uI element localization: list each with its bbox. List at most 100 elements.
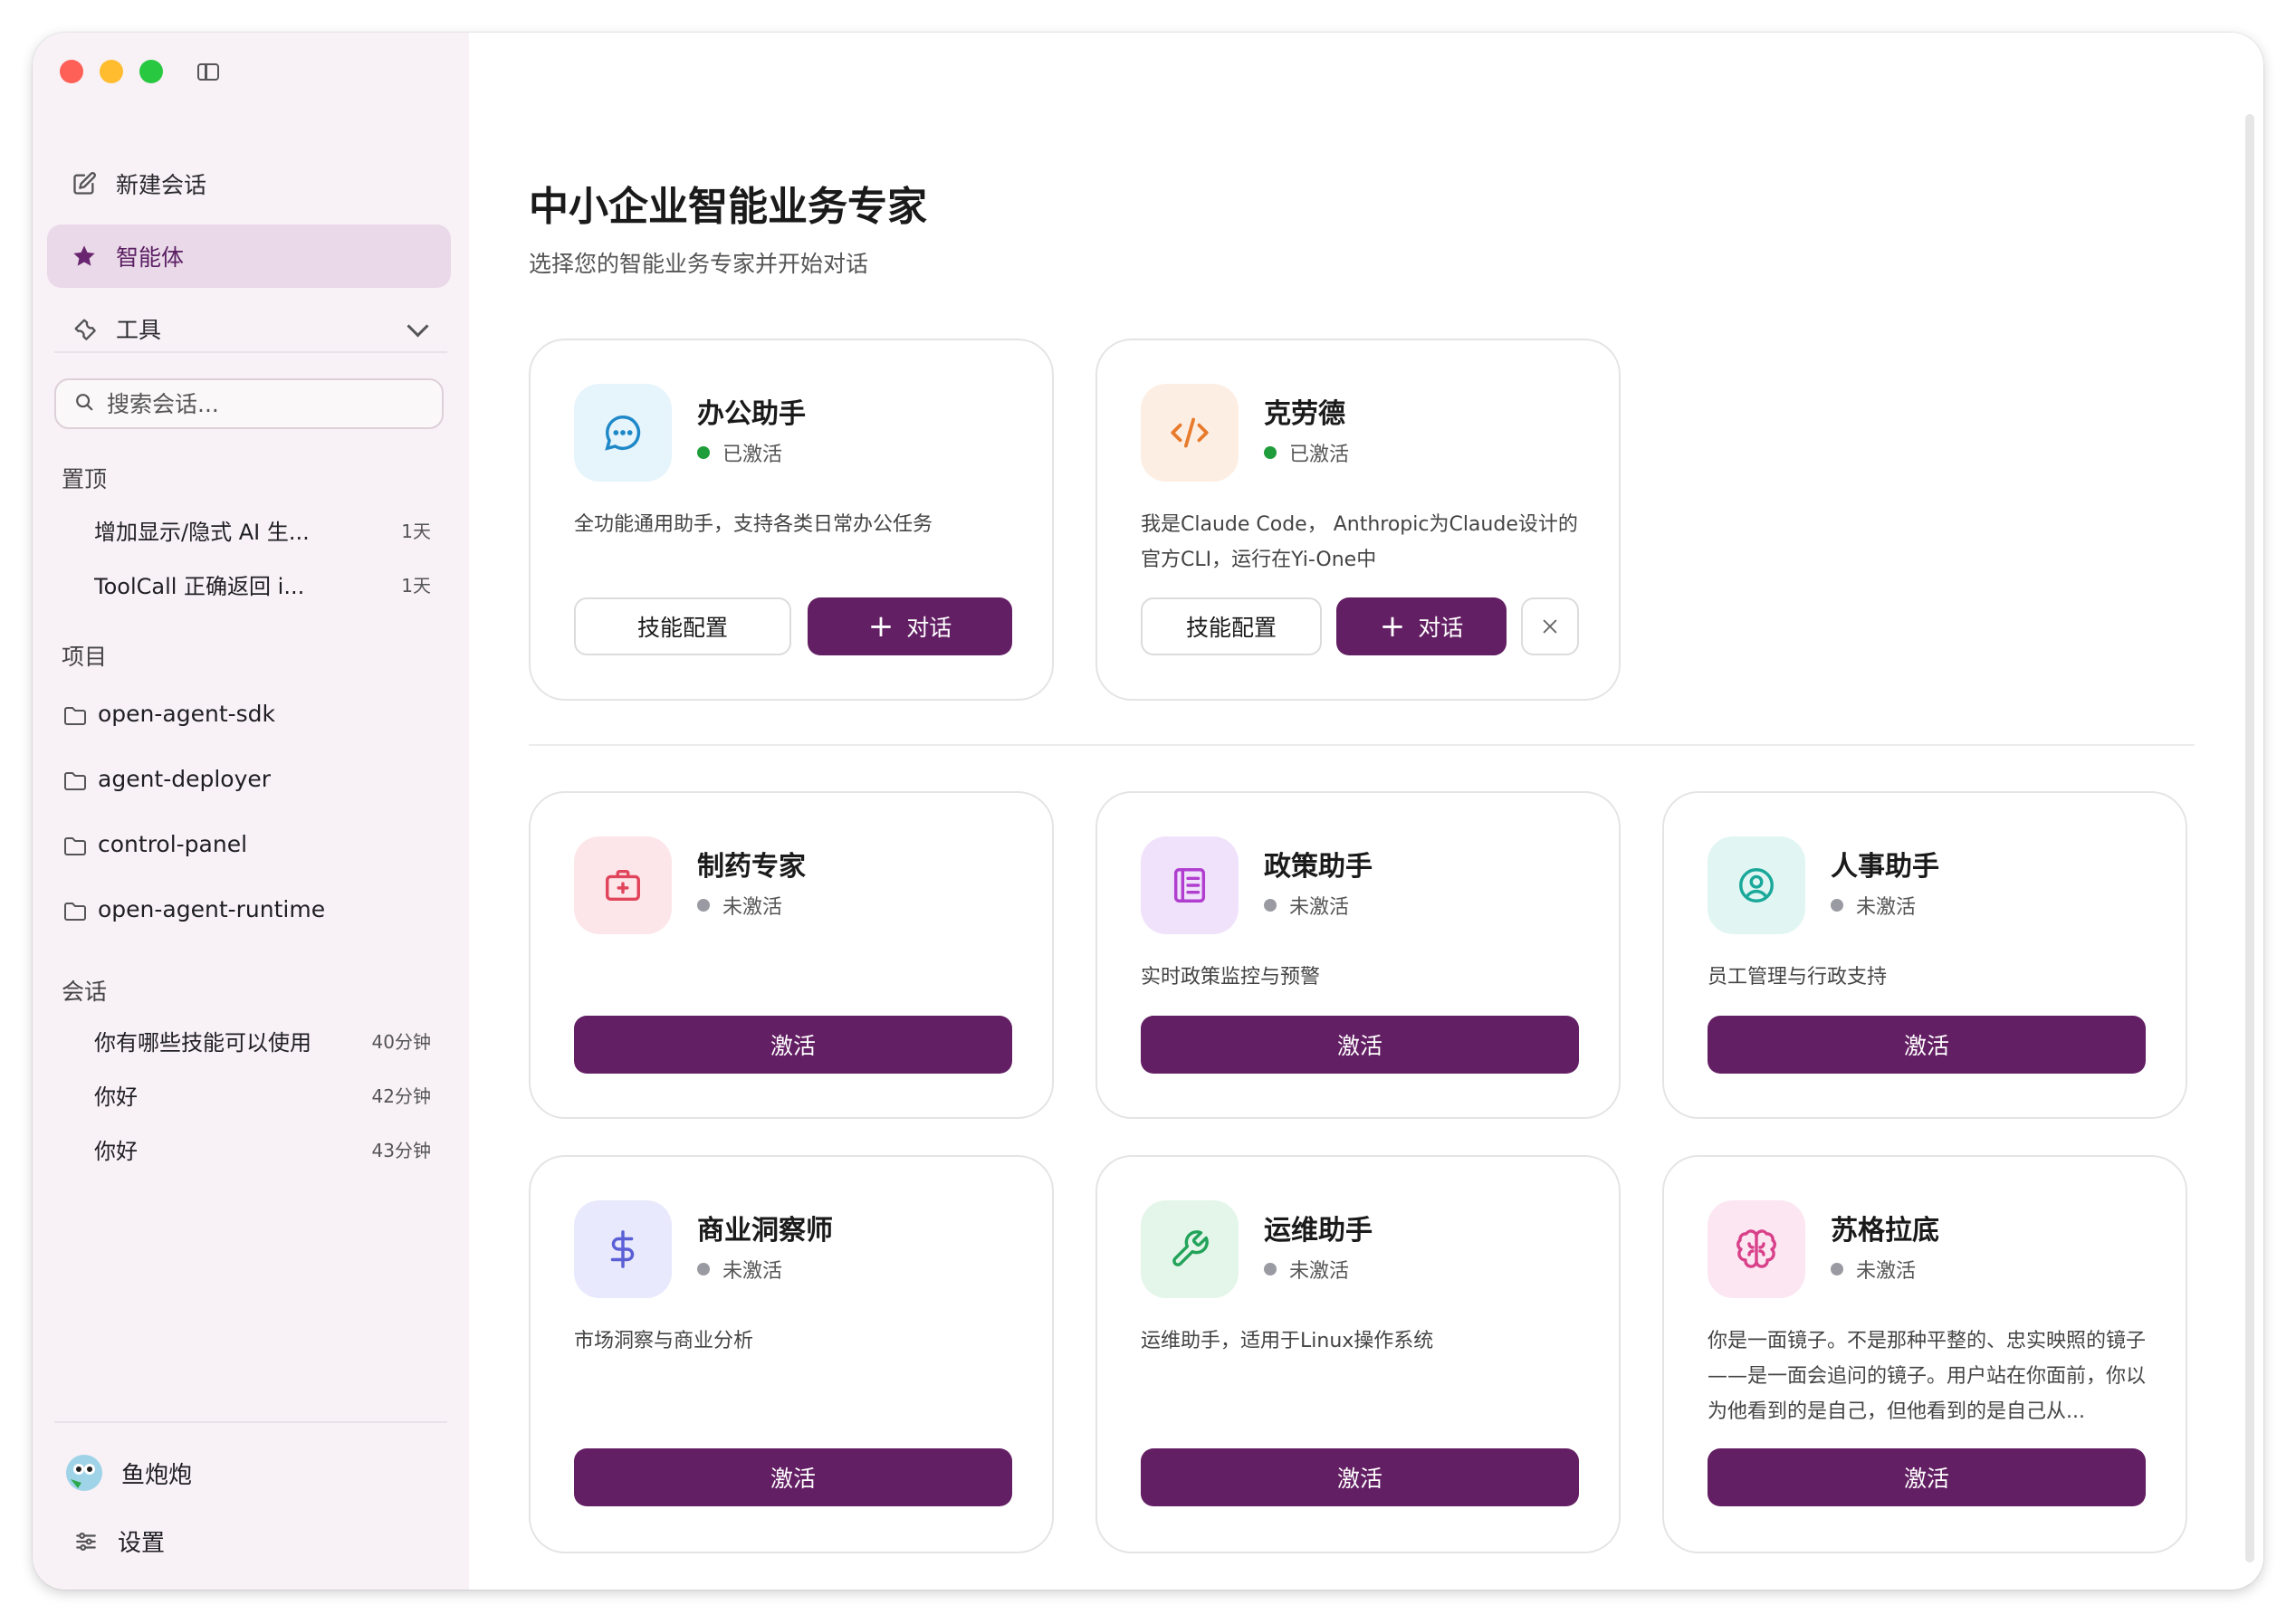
activate-button[interactable]: 激活 <box>1141 1016 1579 1074</box>
status-label: 未激活 <box>722 896 783 919</box>
status-label: 已激活 <box>1289 444 1350 466</box>
close-window-button[interactable] <box>60 60 83 83</box>
activate-button[interactable]: 激活 <box>574 1016 1012 1074</box>
agents-label: 智能体 <box>116 244 185 271</box>
status-label: 未激活 <box>722 1260 783 1283</box>
project-item[interactable]: open-agent-runtime <box>63 896 325 922</box>
settings-label: 设置 <box>118 1530 166 1557</box>
app-window: 新建会话 智能体 工具 置顶 增加显示/隐式 AI 生... 1天 <box>33 33 2263 1590</box>
pinned-item-time: 1天 <box>401 521 431 542</box>
agent-description: 市场洞察与商业分析 <box>574 1330 754 1352</box>
activate-button[interactable]: 激活 <box>1708 1448 2146 1506</box>
code-icon <box>1141 384 1239 482</box>
project-name: control-panel <box>98 831 248 857</box>
search-input[interactable] <box>105 389 435 418</box>
chat-item-time: 40分钟 <box>371 1031 431 1053</box>
chevron-down-icon[interactable] <box>407 315 429 338</box>
agent-description: 运维助手，适用于Linux操作系统 <box>1141 1330 1434 1352</box>
projects-section-title: 项目 <box>62 644 108 670</box>
plus-icon: + <box>1379 608 1406 645</box>
medical-kit-icon <box>574 836 672 934</box>
project-item[interactable]: control-panel <box>63 831 247 857</box>
status-label: 已激活 <box>722 444 783 466</box>
wrench-icon <box>1141 1200 1239 1298</box>
status-label: 未激活 <box>1856 896 1917 919</box>
folder-icon <box>63 901 87 921</box>
skill-config-button[interactable]: 技能配置 <box>574 597 791 655</box>
agent-name: 办公助手 <box>697 398 806 430</box>
start-chat-label: 对话 <box>906 615 952 641</box>
brain-icon <box>1708 1200 1805 1298</box>
agent-name: 运维助手 <box>1264 1215 1373 1247</box>
dollar-icon <box>574 1200 672 1298</box>
new-chat-button[interactable]: 新建会话 <box>47 152 451 215</box>
folder-icon <box>63 770 87 790</box>
agent-name: 商业洞察师 <box>697 1215 833 1247</box>
user-circle-icon <box>1708 836 1805 934</box>
status-dot <box>1264 446 1277 459</box>
scrollbar[interactable] <box>2245 114 2254 1562</box>
status-dot <box>697 1263 710 1275</box>
chat-item-title: 你有哪些技能可以使用 <box>94 1030 311 1056</box>
agent-status: 未激活 <box>1831 1255 1916 1284</box>
pinned-section-title: 置顶 <box>62 466 108 492</box>
chat-item-time: 43分钟 <box>371 1140 431 1161</box>
agent-status: 已激活 <box>1264 438 1349 467</box>
activate-button[interactable]: 激活 <box>1141 1448 1579 1506</box>
activate-button[interactable]: 激活 <box>574 1448 1012 1506</box>
agent-status: 未激活 <box>1264 1255 1349 1284</box>
agent-status: 未激活 <box>697 1255 782 1284</box>
agent-description: 我是Claude Code， Anthropic为Claude设计的官方CLI，… <box>1141 513 1578 571</box>
agent-status: 未激活 <box>1264 891 1349 920</box>
pinned-item-title: ToolCall 正确返回 i... <box>94 574 305 599</box>
activate-button[interactable]: 激活 <box>1708 1016 2146 1074</box>
sidebar-divider <box>54 351 447 353</box>
start-chat-button[interactable]: + 对话 <box>808 597 1012 655</box>
skill-config-button[interactable]: 技能配置 <box>1141 597 1322 655</box>
main-content: 中小企业智能业务专家 选择您的智能业务专家并开始对话 办公助手 已激活 全功能通… <box>469 33 2263 1590</box>
window-controls <box>60 60 163 83</box>
chat-item[interactable]: 你有哪些技能可以使用 40分钟 <box>94 1025 431 1056</box>
start-chat-button[interactable]: + 对话 <box>1336 597 1507 655</box>
agent-card-socrates: 苏格拉底 未激活 你是一面镜子。不是那种平整的、忠实映照的镜子——是一面会追问的… <box>1662 1155 2187 1553</box>
chat-item[interactable]: 你好 43分钟 <box>94 1133 431 1165</box>
tools-label: 工具 <box>116 317 162 343</box>
project-name: open-agent-runtime <box>98 896 326 922</box>
maximize-window-button[interactable] <box>139 60 163 83</box>
agent-description: 实时政策监控与预警 <box>1141 966 1321 989</box>
folder-icon <box>63 836 87 855</box>
user-profile[interactable]: 鱼炮炮 <box>65 1454 192 1492</box>
user-name: 鱼炮炮 <box>121 1461 193 1489</box>
agent-status: 已激活 <box>697 438 782 467</box>
agent-description: 员工管理与行政支持 <box>1708 966 1888 989</box>
settings-button[interactable]: 设置 <box>74 1524 165 1558</box>
sidebar-toggle-icon[interactable] <box>197 63 219 81</box>
project-item[interactable]: agent-deployer <box>63 766 271 792</box>
search-box[interactable] <box>54 378 444 429</box>
wrench-icon <box>71 315 98 342</box>
chat-item-time: 42分钟 <box>371 1085 431 1107</box>
start-chat-label: 对话 <box>1418 615 1464 641</box>
agent-name: 制药专家 <box>697 851 806 883</box>
nav-agents[interactable]: 智能体 <box>47 224 451 288</box>
agent-status: 未激活 <box>697 891 782 920</box>
status-dot <box>697 899 710 912</box>
status-label: 未激活 <box>1289 1260 1350 1283</box>
minimize-window-button[interactable] <box>100 60 123 83</box>
plus-icon: + <box>867 608 894 645</box>
sidebar-bottom-divider <box>54 1421 447 1423</box>
edit-icon <box>71 170 98 197</box>
section-divider <box>529 744 2195 746</box>
project-name: open-agent-sdk <box>98 701 276 727</box>
pinned-item-title: 增加显示/隐式 AI 生... <box>94 520 310 545</box>
pinned-item[interactable]: 增加显示/隐式 AI 生... 1天 <box>94 514 431 546</box>
status-dot <box>697 446 710 459</box>
pinned-item[interactable]: ToolCall 正确返回 i... 1天 <box>94 568 431 600</box>
status-dot <box>1264 899 1277 912</box>
agent-card-office: 办公助手 已激活 全功能通用助手，支持各类日常办公任务 技能配置 + 对话 <box>529 339 1054 701</box>
project-item[interactable]: open-agent-sdk <box>63 701 275 727</box>
chat-item[interactable]: 你好 42分钟 <box>94 1079 431 1111</box>
agent-name: 人事助手 <box>1831 851 1939 883</box>
page-subtitle: 选择您的智能业务专家并开始对话 <box>529 251 869 277</box>
deactivate-close-button[interactable] <box>1521 597 1579 655</box>
